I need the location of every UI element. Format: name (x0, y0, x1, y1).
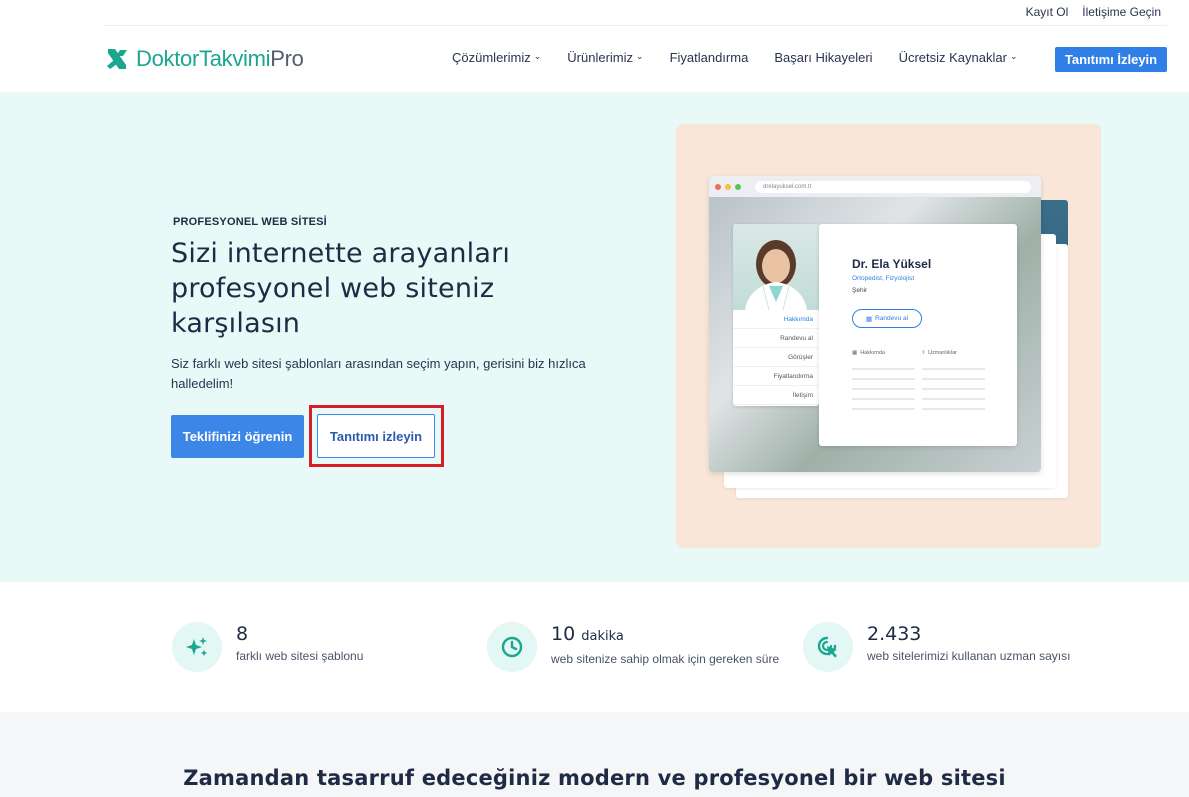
nav-item-label: Ürünlerimiz (567, 50, 634, 65)
brand-logo[interactable]: DoktorTakvimiPro (104, 46, 304, 72)
mockup-tab-label: Uzmanlıklar (927, 350, 958, 356)
minimize-dot-icon (725, 183, 731, 190)
mockup-menu-item: Görüşler (733, 348, 819, 367)
mockup-menu-item: Hakkımda (733, 310, 819, 329)
placeholder-line (852, 388, 915, 390)
sparkle-icon (172, 622, 222, 672)
chevron-down-icon: ⌄ (636, 51, 644, 61)
mockup-appointment-label: Randevu al (875, 315, 909, 322)
stat-templates: 8 farklı web sitesi şablonu (172, 622, 363, 672)
nav-item-pricing[interactable]: Fiyatlandırma (670, 50, 749, 65)
placeholder-line (852, 378, 915, 380)
mockup-specialty: Ortopedist, Fizyolojist (852, 275, 915, 282)
get-quote-button[interactable]: Teklifinizi öğrenin (171, 415, 304, 458)
placeholder-line (922, 398, 985, 400)
cursor-click-icon (803, 622, 853, 672)
hero-headline: Sizi internette arayanları profesyonel w… (171, 238, 511, 339)
close-dot-icon (715, 183, 721, 190)
stat-value: 8 (236, 623, 249, 645)
top-links: Kayıt Ol İletişime Geçin (1026, 5, 1161, 19)
main-header: DoktorTakvimiPro Çözümlerimiz ⌄ Ürünlerim… (0, 26, 1189, 92)
mockup-background: Hakkımda Randevu al Görüşler Fiyatlandır… (709, 197, 1041, 472)
nav-item-label: Ücretsiz Kaynaklar (898, 50, 1007, 65)
maximize-dot-icon (735, 183, 741, 190)
stat-label: web sitenize sahip olmak için gereken sü… (551, 652, 780, 666)
placeholder-line (922, 378, 985, 380)
mockup-url: drelayuksel.com.tr (755, 180, 1031, 193)
hero-eyebrow: PROFESYONEL WEB SİTESİ (173, 216, 327, 228)
calendar-icon: ▦ (865, 315, 873, 323)
nav-item-solutions[interactable]: Çözümlerimiz ⌄ (452, 50, 541, 65)
placeholder-line (852, 398, 915, 400)
nav-item-label: Başarı Hikayeleri (774, 50, 873, 65)
section-title: Zamandan tasarruf edeceğiniz modern ve p… (183, 766, 1006, 790)
brand-suffix: Pro (270, 46, 304, 71)
browser-bar: drelayuksel.com.tr (709, 176, 1041, 197)
placeholder-line (922, 388, 985, 390)
mockup-doctor-name: Dr. Ela Yüksel (852, 257, 932, 271)
calendar-icon: ▦ (852, 350, 858, 356)
mockup-menu-item: İletişim (733, 386, 819, 405)
nav-item-free-resources[interactable]: Ücretsiz Kaynaklar ⌄ (899, 50, 1018, 65)
stat-specialists: 2.433 web sitelerimizi kullanan uzman sa… (803, 622, 1070, 672)
stethoscope-icon: ⚕ (922, 350, 925, 356)
mockup-tab-label: Hakkımda (860, 350, 885, 356)
stat-value: 10 (551, 623, 576, 645)
mockup-menu-item: Fiyatlandırma (733, 367, 819, 386)
placeholder-line (852, 408, 915, 410)
mockup-city: Şehir (852, 287, 868, 294)
top-utility-bar: Kayıt Ol İletişime Geçin (0, 0, 1189, 26)
mockup-detail-card: Dr. Ela Yüksel Ortopedist, Fizyolojist Ş… (819, 224, 1017, 446)
main-nav: Çözümlerimiz ⌄ Ürünlerimiz ⌄ Fiyatlandırma… (452, 50, 1044, 65)
nav-item-label: Çözümlerimiz (452, 50, 531, 65)
stat-value: 2.433 (867, 623, 922, 645)
hero-section: PROFESYONEL WEB SİTESİ Sizi internette a… (0, 92, 1189, 582)
stats-section: 8 farklı web sitesi şablonu 10 dakika we… (0, 582, 1189, 712)
mockup-appointment-button: ▦ Randevu al (852, 309, 922, 328)
mockup-profile-card: Hakkımda Randevu al Görüşler Fiyatlandır… (733, 224, 819, 406)
clock-icon (487, 622, 537, 672)
stat-setup-time: 10 dakika web sitenize sahip olmak için … (487, 622, 779, 672)
features-section: Zamandan tasarruf edeceğiniz modern ve p… (0, 712, 1189, 797)
highlight-box (309, 405, 444, 467)
placeholder-line (852, 368, 915, 370)
website-mockup-illustration: drelayuksel.com.tr Hakkımda Randevu al G… (676, 124, 1101, 548)
mockup-tab-specialties: ⚕ Uzmanlıklar (922, 350, 957, 356)
placeholder-line (922, 368, 985, 370)
mockup-browser-window: drelayuksel.com.tr Hakkımda Randevu al G… (709, 176, 1041, 472)
nav-item-products[interactable]: Ürünlerimiz ⌄ (567, 50, 643, 65)
signup-link[interactable]: Kayıt Ol (1026, 5, 1069, 19)
placeholder-line (922, 408, 985, 410)
stat-label: web sitelerimizi kullanan uzman sayısı (867, 649, 1071, 663)
mockup-menu-item: Randevu al (733, 329, 819, 348)
mockup-tab-about: ▦ Hakkımda (852, 350, 885, 356)
contact-link[interactable]: İletişime Geçin (1082, 5, 1161, 19)
nav-item-success-stories[interactable]: Başarı Hikayeleri (774, 50, 872, 65)
stat-label: farklı web sitesi şablonu (236, 649, 364, 663)
logo-icon (104, 46, 130, 72)
chevron-down-icon: ⌄ (533, 51, 542, 61)
watch-demo-button[interactable]: Tanıtımı İzleyin (1055, 47, 1167, 72)
stat-unit: dakika (581, 629, 624, 644)
nav-item-label: Fiyatlandırma (669, 50, 749, 65)
doctor-avatar (733, 224, 819, 311)
brand-name: DoktorTakvimi (136, 46, 271, 71)
hero-subtitle: Siz farklı web sitesi şablonları arasınd… (171, 356, 586, 391)
chevron-down-icon: ⌄ (1009, 51, 1018, 61)
